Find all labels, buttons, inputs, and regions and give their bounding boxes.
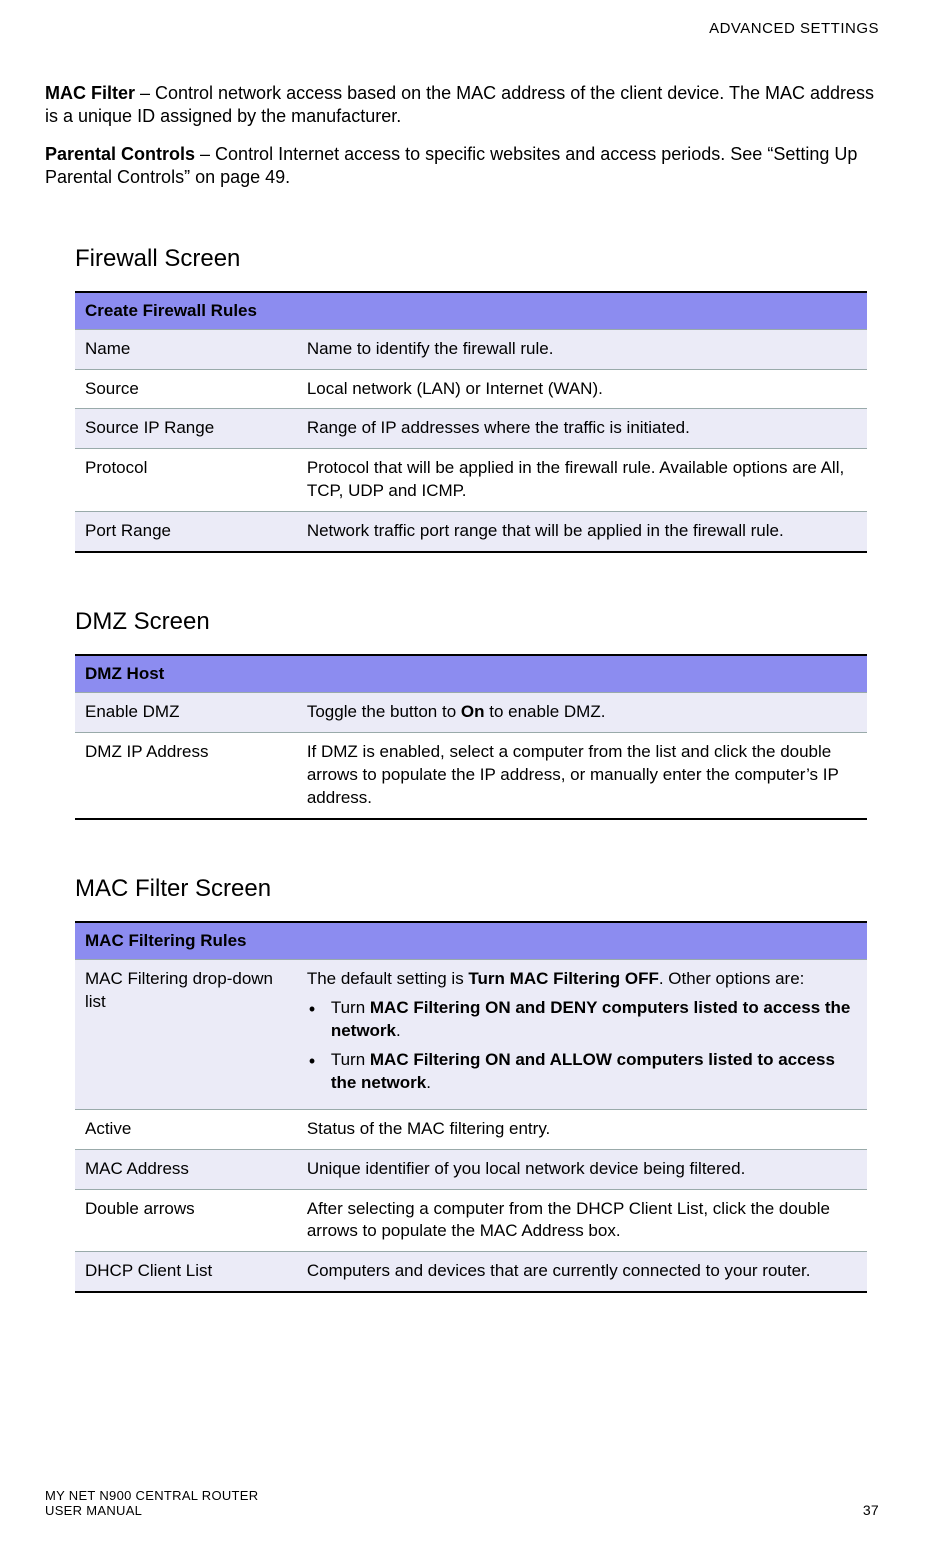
text: Turn: [331, 1050, 370, 1069]
options-list: Turn MAC Filtering ON and DENY computers…: [307, 997, 857, 1095]
mac-table-header: MAC Filtering Rules: [75, 922, 867, 960]
intro-parental: Parental Controls – Control Internet acc…: [45, 143, 879, 190]
table-row: Enable DMZ Toggle the button to On to en…: [75, 693, 867, 733]
cell-label: Source IP Range: [75, 409, 297, 449]
firewall-table-header: Create Firewall Rules: [75, 292, 867, 330]
list-item: Turn MAC Filtering ON and ALLOW computer…: [307, 1049, 857, 1095]
cell-desc: Unique identifier of you local network d…: [297, 1149, 867, 1189]
cell-label: Name: [75, 329, 297, 369]
text: to enable DMZ.: [485, 702, 606, 721]
text: .: [426, 1073, 431, 1092]
firewall-rules-table: Create Firewall Rules Name Name to ident…: [75, 291, 867, 554]
text: The default setting is: [307, 969, 469, 988]
cell-label: Double arrows: [75, 1189, 297, 1252]
cell-label: Source: [75, 369, 297, 409]
cell-desc: Protocol that will be applied in the fir…: [297, 449, 867, 512]
table-row: Source IP Range Range of IP addresses wh…: [75, 409, 867, 449]
table-row: DMZ IP Address If DMZ is enabled, select…: [75, 733, 867, 819]
bold-text: MAC Filtering ON and ALLOW computers lis…: [331, 1050, 835, 1092]
cell-label: Enable DMZ: [75, 693, 297, 733]
cell-desc: If DMZ is enabled, select a computer fro…: [297, 733, 867, 819]
cell-desc: Range of IP addresses where the traffic …: [297, 409, 867, 449]
cell-label: DMZ IP Address: [75, 733, 297, 819]
intro-mac-filter-term: MAC Filter: [45, 83, 135, 103]
intro-parental-term: Parental Controls: [45, 144, 195, 164]
table-row: Protocol Protocol that will be applied i…: [75, 449, 867, 512]
bold-text: Turn MAC Filtering OFF: [468, 969, 658, 988]
cell-label: Port Range: [75, 512, 297, 552]
cell-desc: Toggle the button to On to enable DMZ.: [297, 693, 867, 733]
footer-product: MY NET N900 CENTRAL ROUTER: [45, 1488, 258, 1503]
dmz-screen-title: DMZ Screen: [75, 608, 879, 636]
bold-text: On: [461, 702, 485, 721]
cell-desc: Name to identify the firewall rule.: [297, 329, 867, 369]
firewall-screen-title: Firewall Screen: [75, 245, 879, 273]
table-row: MAC Filtering drop-down list The default…: [75, 959, 867, 1109]
table-row: MAC Address Unique identifier of you loc…: [75, 1149, 867, 1189]
cell-desc: Computers and devices that are currently…: [297, 1252, 867, 1292]
list-item: Turn MAC Filtering ON and DENY computers…: [307, 997, 857, 1043]
mac-filter-screen-title: MAC Filter Screen: [75, 875, 879, 903]
footer-doc-type: USER MANUAL: [45, 1503, 258, 1518]
page-footer: MY NET N900 CENTRAL ROUTER USER MANUAL 3…: [45, 1488, 879, 1518]
table-row: Active Status of the MAC filtering entry…: [75, 1109, 867, 1149]
cell-label: DHCP Client List: [75, 1252, 297, 1292]
cell-desc: After selecting a computer from the DHCP…: [297, 1189, 867, 1252]
table-row: Port Range Network traffic port range th…: [75, 512, 867, 552]
text: Toggle the button to: [307, 702, 461, 721]
cell-label: Protocol: [75, 449, 297, 512]
intro-mac-filter-desc: – Control network access based on the MA…: [45, 83, 874, 126]
table-row: Name Name to identify the firewall rule.: [75, 329, 867, 369]
table-row: Double arrows After selecting a computer…: [75, 1189, 867, 1252]
cell-desc: Network traffic port range that will be …: [297, 512, 867, 552]
cell-desc: Status of the MAC filtering entry.: [297, 1109, 867, 1149]
text: .: [396, 1021, 401, 1040]
dmz-table: DMZ Host Enable DMZ Toggle the button to…: [75, 654, 867, 820]
text: . Other options are:: [659, 969, 805, 988]
mac-filter-table: MAC Filtering Rules MAC Filtering drop-d…: [75, 921, 867, 1293]
cell-label: Active: [75, 1109, 297, 1149]
cell-label: MAC Filtering drop-down list: [75, 959, 297, 1109]
cell-label: MAC Address: [75, 1149, 297, 1189]
bold-text: MAC Filtering ON and DENY computers list…: [331, 998, 851, 1040]
table-row: Source Local network (LAN) or Internet (…: [75, 369, 867, 409]
dmz-table-header: DMZ Host: [75, 655, 867, 693]
cell-desc: Local network (LAN) or Internet (WAN).: [297, 369, 867, 409]
table-row: DHCP Client List Computers and devices t…: [75, 1252, 867, 1292]
page-number: 37: [863, 1502, 879, 1518]
footer-left: MY NET N900 CENTRAL ROUTER USER MANUAL: [45, 1488, 258, 1518]
intro-mac-filter: MAC Filter – Control network access base…: [45, 82, 879, 129]
cell-desc: The default setting is Turn MAC Filterin…: [297, 959, 867, 1109]
page-header-section: ADVANCED SETTINGS: [45, 20, 879, 37]
text: Turn: [331, 998, 370, 1017]
